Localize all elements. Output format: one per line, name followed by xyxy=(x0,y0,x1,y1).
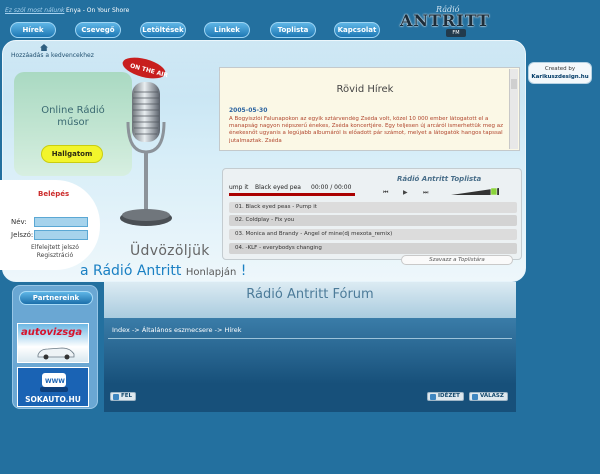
login-title: Belépés xyxy=(38,190,70,198)
player-progress-bar[interactable] xyxy=(229,193,355,196)
autovizsga-banner[interactable]: autovizsga xyxy=(17,323,89,363)
up-button-label: FEL xyxy=(121,393,133,399)
breadcrumb-divider xyxy=(108,338,512,339)
welcome-a: a xyxy=(80,263,89,279)
add-to-favorites-link[interactable]: Hozzáadás a kedvencekhez xyxy=(11,52,94,59)
quote-button-label: IDÉZET xyxy=(438,393,460,399)
welcome-exclaim: ! xyxy=(240,263,247,279)
nav-toplista[interactable]: Toplista xyxy=(270,22,316,38)
now-playing-label[interactable]: Ez szól most nálunk xyxy=(5,7,65,14)
player-artist: Black eyed pea xyxy=(255,184,301,191)
reply-button-label: VÁLASZ xyxy=(480,393,504,399)
login-box: Belépés Név: Jelszó: Elfelejtett jelszó … xyxy=(0,180,100,270)
online-radio-box: Online Rádió műsor Hallgatom xyxy=(14,72,132,176)
login-links: Elfelejtett jelszó Regisztráció xyxy=(20,244,90,259)
microphone-icon: ON THE AIR xyxy=(120,57,172,226)
toplist-row[interactable]: 03. Monica and Brandy - Angel of mine(dj… xyxy=(229,229,517,240)
news-scroll-thumb[interactable] xyxy=(511,79,517,89)
toplist-row[interactable]: 01. Black eyed peas - Pump it xyxy=(229,202,517,213)
forum-body: Index -> Általános eszmecsere -> Hírek F… xyxy=(104,318,516,412)
password-input[interactable] xyxy=(34,230,88,240)
toplist-row[interactable]: 02. Coldplay - Fix you xyxy=(229,215,517,226)
nav-linkek[interactable]: Linkek xyxy=(204,22,250,38)
volume-slider[interactable] xyxy=(451,188,499,195)
player-time: 00:00 / 00:00 xyxy=(311,184,352,191)
quote-icon xyxy=(430,394,436,400)
welcome-line-1: Üdvözöljük xyxy=(130,243,210,259)
www-text: WWW xyxy=(45,378,65,385)
sokauto-banner[interactable]: WWW SOKAUTO.HU xyxy=(17,367,89,407)
main-nav: Hírek Csevegő Letöltések Linkek Toplista… xyxy=(0,20,600,40)
nav-csevego[interactable]: Csevegő xyxy=(75,22,121,38)
home-icon[interactable] xyxy=(40,44,48,51)
forum-breadcrumb[interactable]: Index -> Általános eszmecsere -> Hírek xyxy=(112,326,241,334)
toplist-row[interactable]: 04. -KLF - everybodys changing xyxy=(229,243,517,254)
news-title: Rövid Hírek xyxy=(336,84,394,95)
sokauto-text: SOKAUTO.HU xyxy=(25,395,81,404)
vote-toplist-button[interactable]: Szavazz a Toplistára xyxy=(401,255,513,265)
nav-hirek[interactable]: Hírek xyxy=(10,22,56,38)
news-text: A Bogyiszlói Falunapokon az egyik sztárv… xyxy=(229,116,503,144)
name-label: Név: xyxy=(11,218,27,226)
welcome-line-2: a Rádió Antritt Honlapján ! xyxy=(80,263,246,279)
credit-line-1: Created by xyxy=(544,66,576,72)
next-track-icon[interactable]: ⏭ xyxy=(423,189,428,197)
password-label: Jelszó: xyxy=(11,231,34,239)
online-radio-title: Online Rádió műsor xyxy=(14,105,132,129)
forgot-password-link[interactable]: Elfelejtett jelszó xyxy=(31,244,79,251)
nav-letoltesek[interactable]: Letöltések xyxy=(140,22,186,38)
toplist-box: Rádió Antritt Toplista ump it Black eyed… xyxy=(222,168,522,265)
now-playing-song: Enya - On Your Shore xyxy=(66,7,130,14)
quote-button[interactable]: IDÉZET xyxy=(427,392,464,401)
player-song: ump it xyxy=(229,184,249,191)
radio-title-line2: műsor xyxy=(57,117,89,128)
partners-title: Partnereink xyxy=(19,291,93,305)
player-progress-fill xyxy=(229,193,355,196)
credit-line-2: Karikuszdesign.hu xyxy=(531,74,589,80)
name-input[interactable] xyxy=(34,217,88,227)
welcome-site-name: Rádió Antritt xyxy=(93,263,182,279)
news-box: Rövid Hírek 2005-05-30 A Bogyiszlói Falu… xyxy=(219,67,520,151)
welcome-homepage: Honlapján xyxy=(185,267,237,278)
toplist-title: Rádió Antritt Toplista xyxy=(397,175,482,183)
www-car-icon: WWW xyxy=(40,373,68,392)
news-date: 2005-05-30 xyxy=(229,107,268,114)
reply-icon xyxy=(472,394,478,400)
up-button[interactable]: FEL xyxy=(110,392,137,401)
credit-badge[interactable]: Created by Karikuszdesign.hu xyxy=(528,62,592,84)
listen-button[interactable]: Hallgatom xyxy=(41,145,103,163)
prev-track-icon[interactable]: ⏮ xyxy=(383,189,388,197)
arrow-up-icon xyxy=(113,394,119,400)
nav-kapcsolat[interactable]: Kapcsolat xyxy=(334,22,380,38)
forum-title: Rádió Antritt Fórum xyxy=(246,287,374,302)
register-link[interactable]: Regisztráció xyxy=(37,252,73,259)
autovizsga-text: autovizsga xyxy=(21,327,83,338)
news-scrollbar[interactable] xyxy=(509,69,518,149)
forum-panel: Rádió Antritt Fórum Index -> Általános e… xyxy=(104,282,516,412)
radio-title-line1: Online Rádió xyxy=(41,105,105,116)
reply-button[interactable]: VÁLASZ xyxy=(469,392,508,401)
partners-box: Partnereink autovizsga WWW SOKAUTO.HU xyxy=(12,285,98,409)
play-icon[interactable]: ▶ xyxy=(403,189,408,196)
car-icon xyxy=(37,347,75,360)
